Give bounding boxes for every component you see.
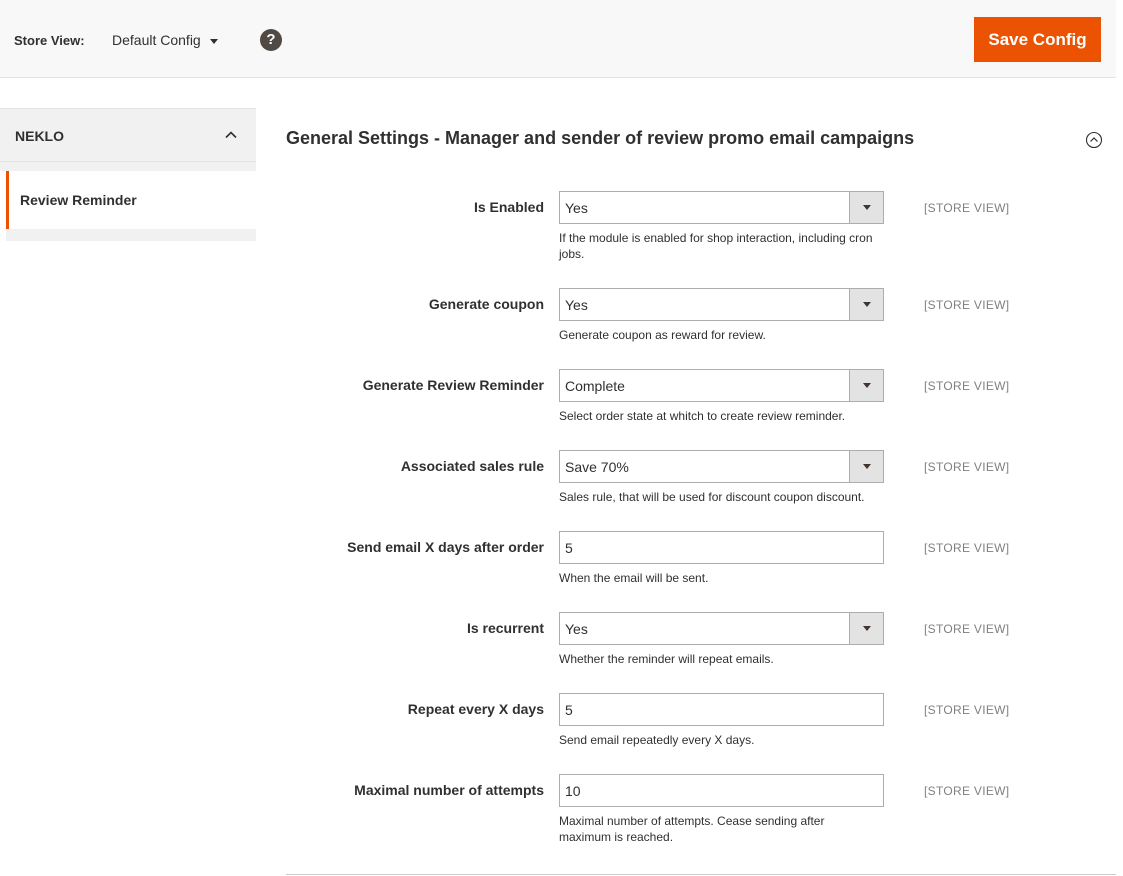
field-label: Is Enabled: [473, 199, 544, 215]
field-row-generate-coupon: Generate coupon Yes Generate coupon as r…: [286, 288, 1116, 344]
scope-label: [STORE VIEW]: [924, 784, 1010, 798]
scope-label: [STORE VIEW]: [924, 541, 1010, 555]
scope-label: [STORE VIEW]: [924, 622, 1010, 636]
select-value: Yes: [565, 621, 588, 637]
select-value: Yes: [565, 200, 588, 216]
sidebar-item-review-reminder[interactable]: Review Reminder: [6, 171, 262, 229]
is-recurrent-select[interactable]: Yes: [559, 612, 884, 645]
max-attempts-input[interactable]: 10: [559, 774, 884, 807]
help-icon[interactable]: ?: [260, 29, 282, 51]
sidebar-footer: [6, 229, 256, 241]
field-row-max-attempts: Maximal number of attempts 10 Maximal nu…: [286, 774, 1116, 846]
field-note: Generate coupon as reward for review.: [559, 328, 766, 342]
chevron-up-icon: [225, 131, 237, 139]
select-value: Save 70%: [565, 459, 629, 475]
input-value: 10: [565, 783, 581, 799]
input-value: 5: [565, 702, 573, 718]
is-enabled-select[interactable]: Yes: [559, 191, 884, 224]
caret-down-icon: [849, 451, 883, 482]
field-note: When the email will be sent.: [559, 571, 709, 585]
field-label: Generate Review Reminder: [362, 377, 544, 393]
field-row-is-recurrent: Is recurrent Yes Whether the reminder wi…: [286, 612, 1116, 668]
field-label: Is recurrent: [466, 620, 544, 636]
field-label: Repeat every X days: [407, 701, 544, 717]
scope-label: [STORE VIEW]: [924, 460, 1010, 474]
generate-review-reminder-select[interactable]: Complete: [559, 369, 884, 402]
scope-label: [STORE VIEW]: [924, 298, 1010, 312]
select-value: Complete: [565, 378, 625, 394]
field-note: Select order state at whitch to create r…: [559, 409, 846, 423]
caret-down-icon: [849, 192, 883, 223]
scope-label: [STORE VIEW]: [924, 703, 1010, 717]
field-label: Send email X days after order: [347, 539, 544, 555]
field-note: Maximal number of attempts. Cease sendin…: [559, 814, 825, 844]
generate-coupon-select[interactable]: Yes: [559, 288, 884, 321]
select-value: Yes: [565, 297, 588, 313]
sidebar-divider: [0, 162, 256, 171]
caret-down-icon: [849, 613, 883, 644]
input-value: 5: [565, 540, 573, 556]
repeat-every-days-input[interactable]: 5: [559, 693, 884, 726]
field-label: Associated sales rule: [400, 458, 544, 474]
store-view-value: Default Config: [112, 32, 201, 48]
field-row-is-enabled: Is Enabled Yes If the module is enabled …: [286, 191, 1116, 261]
field-row-associated-sales-rule: Associated sales rule Save 70% Sales rul…: [286, 450, 1116, 506]
field-label: Maximal number of attempts: [354, 782, 544, 798]
field-row-generate-review-reminder: Generate Review Reminder Complete Select…: [286, 369, 1116, 425]
field-row-send-email-days: Send email X days after order 5 When the…: [286, 531, 1116, 587]
caret-down-icon: [849, 289, 883, 320]
page-actions-bar: Store View: Default Config ? Save Config: [0, 0, 1116, 78]
field-note: Sales rule, that will be used for discou…: [559, 490, 865, 504]
store-view-label: Store View:: [14, 33, 85, 48]
scope-label: [STORE VIEW]: [924, 201, 1010, 215]
sidebar-group-title: NEKLO: [15, 128, 64, 144]
store-view-switcher[interactable]: Default Config: [112, 32, 218, 48]
field-note: Whether the reminder will repeat emails.: [559, 652, 774, 666]
field-row-repeat-every-days: Repeat every X days 5 Send email repeate…: [286, 693, 1116, 749]
associated-sales-rule-select[interactable]: Save 70%: [559, 450, 884, 483]
send-email-days-input[interactable]: 5: [559, 531, 884, 564]
sidebar-item-label: Review Reminder: [20, 192, 137, 208]
caret-down-icon: [849, 370, 883, 401]
field-label: Generate coupon: [428, 296, 544, 312]
field-note: If the module is enabled for shop intera…: [559, 231, 873, 261]
sidebar-group-neklo[interactable]: NEKLO: [0, 108, 256, 162]
section-divider: [286, 874, 1116, 875]
caret-down-icon: [209, 38, 218, 44]
save-config-button[interactable]: Save Config: [974, 17, 1101, 62]
collapse-circle-icon[interactable]: [1085, 131, 1103, 149]
scope-label: [STORE VIEW]: [924, 379, 1010, 393]
section-title[interactable]: General Settings - Manager and sender of…: [286, 128, 914, 149]
field-note: Send email repeatedly every X days.: [559, 733, 755, 747]
